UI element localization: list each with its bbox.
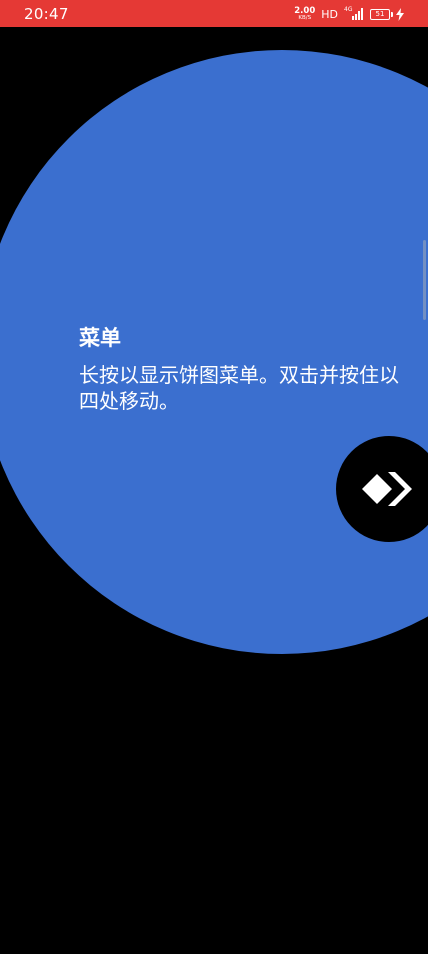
status-bar: 20:47 2.00 KB/S HD 4G 51 <box>0 0 428 27</box>
charging-bolt-icon <box>396 7 404 21</box>
tutorial-spotlight <box>0 50 428 654</box>
battery-icon: 51 <box>370 8 393 20</box>
network-speed: 2.00 KB/S <box>294 5 316 22</box>
hd-badge: HD <box>321 7 338 21</box>
network-speed-unit: KB/S <box>298 15 312 21</box>
battery-level: 51 <box>375 9 385 18</box>
tooltip-description: 长按以显示饼图菜单。双击并按住以四处移动。 <box>79 363 399 413</box>
edge-scrollbar[interactable] <box>423 240 426 320</box>
screen: 20:47 2.00 KB/S HD 4G 51 菜单 长按以显示饼图菜单。双击… <box>0 0 428 954</box>
tooltip-title: 菜单 <box>79 326 121 350</box>
anydesk-logo-icon <box>362 472 412 506</box>
status-icons: 2.00 KB/S HD 4G 51 <box>294 4 404 24</box>
signal-icon: 4G <box>344 6 364 21</box>
status-time: 20:47 <box>24 5 69 23</box>
network-speed-value: 2.00 <box>294 5 316 16</box>
